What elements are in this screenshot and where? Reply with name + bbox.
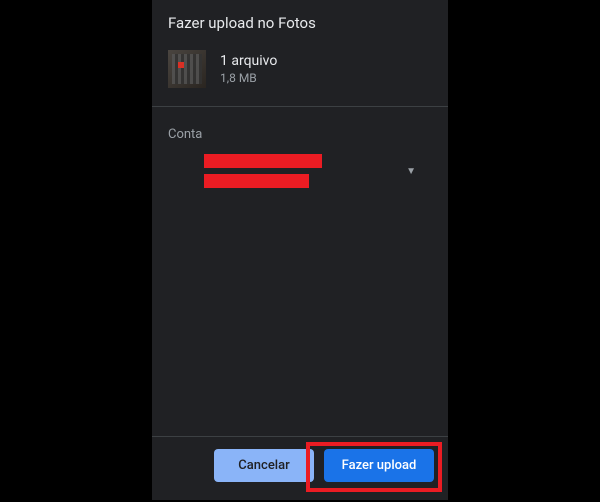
- redaction-bar: [204, 154, 322, 168]
- dialog-header: Fazer upload no Fotos: [152, 0, 448, 42]
- cancel-button[interactable]: Cancelar: [214, 449, 314, 482]
- redaction-bar: [204, 174, 309, 188]
- file-count-label: 1 arquivo: [220, 53, 277, 69]
- file-summary-row: 1 arquivo 1,8 MB: [152, 42, 448, 107]
- account-section-label: Conta: [168, 127, 432, 142]
- account-selector[interactable]: ▼: [168, 154, 432, 188]
- dialog-title: Fazer upload no Fotos: [168, 14, 432, 32]
- chevron-down-icon[interactable]: ▼: [398, 158, 424, 185]
- upload-button[interactable]: Fazer upload: [324, 449, 434, 482]
- file-info: 1 arquivo 1,8 MB: [220, 53, 277, 85]
- account-identity-redacted: [204, 154, 322, 188]
- dialog-footer: Cancelar Fazer upload: [152, 436, 448, 500]
- upload-dialog: Fazer upload no Fotos 1 arquivo 1,8 MB C…: [152, 0, 448, 500]
- account-section: Conta ▼: [152, 107, 448, 436]
- file-size-label: 1,8 MB: [220, 71, 277, 85]
- file-thumbnail: [168, 50, 206, 88]
